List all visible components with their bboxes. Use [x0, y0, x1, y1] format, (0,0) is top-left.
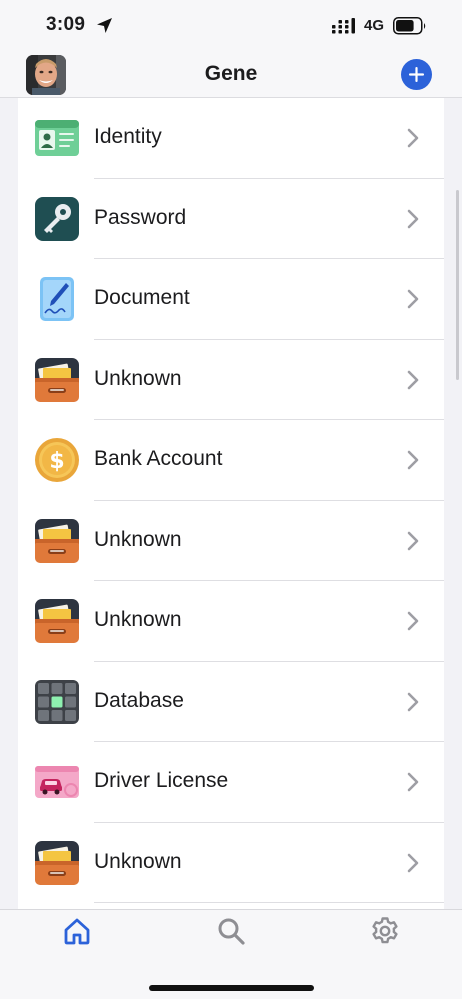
item-label: Password [94, 205, 187, 229]
chevron-right-icon [406, 771, 420, 793]
plus-icon [409, 67, 424, 82]
list-item[interactable]: Unknown [18, 340, 444, 420]
status-time: 3:09 [46, 14, 86, 35]
list-item[interactable]: Unknown [18, 823, 444, 903]
home-indicator[interactable] [149, 985, 314, 991]
chevron-right-icon [406, 208, 420, 230]
location-arrow-icon [96, 17, 113, 34]
item-label: Identity [94, 125, 162, 148]
chevron-right-icon [406, 369, 420, 391]
network-label: 4G [364, 17, 385, 34]
chevron-right-icon [406, 288, 420, 310]
tab-bar [0, 909, 462, 999]
svg-text:$: $ [49, 449, 64, 474]
page-title: Gene [204, 62, 258, 85]
folder-drawer-icon [35, 840, 79, 885]
chevron-right-icon [406, 610, 420, 632]
chevron-right-icon [406, 530, 420, 552]
list-item[interactable]: Unknown [18, 501, 444, 581]
item-label: Database [94, 688, 184, 712]
tab-home[interactable] [62, 916, 92, 946]
home-icon [64, 918, 90, 945]
search-icon [218, 918, 245, 945]
add-button[interactable] [401, 59, 432, 90]
folder-drawer-icon [35, 518, 79, 563]
list-item[interactable]: Password [18, 179, 444, 259]
document-pen-icon [35, 277, 79, 321]
item-label: Unknown [94, 608, 182, 631]
tab-search[interactable] [216, 916, 246, 946]
folder-drawer-icon [35, 599, 79, 643]
list-item[interactable]: Document [18, 259, 444, 340]
battery-icon [393, 17, 427, 35]
list-item[interactable]: $ Bank Account [18, 420, 444, 501]
nav-bar: Gene [0, 52, 462, 98]
driver-license-icon [35, 760, 79, 804]
item-list: Identity Password Document Unknown $ Ban… [18, 98, 444, 910]
identity-card-icon [35, 116, 79, 160]
key-icon [35, 196, 79, 241]
chevron-right-icon [406, 127, 420, 149]
item-label: Unknown [94, 527, 182, 551]
scroll-indicator[interactable] [456, 190, 459, 380]
list-item[interactable]: Unknown [18, 581, 444, 662]
item-label: Document [94, 286, 190, 309]
signal-icon [332, 18, 356, 36]
list-item[interactable]: Identity [18, 98, 444, 179]
gear-icon [372, 917, 398, 944]
chevron-right-icon [406, 852, 420, 874]
database-grid-icon [35, 679, 79, 724]
chevron-right-icon [406, 449, 420, 471]
item-label: Driver License [94, 769, 229, 792]
list-item[interactable]: Database [18, 662, 444, 742]
item-label: Unknown [94, 849, 182, 873]
item-label: Bank Account [94, 447, 223, 470]
row-divider [94, 902, 444, 903]
folder-drawer-icon [35, 357, 79, 402]
item-label: Unknown [94, 366, 182, 390]
tab-settings[interactable] [370, 916, 400, 946]
list-item[interactable]: Driver License [18, 742, 444, 823]
status-bar: 3:09 4G [0, 0, 462, 52]
dollar-coin-icon: $ [35, 438, 79, 482]
chevron-right-icon [406, 691, 420, 713]
